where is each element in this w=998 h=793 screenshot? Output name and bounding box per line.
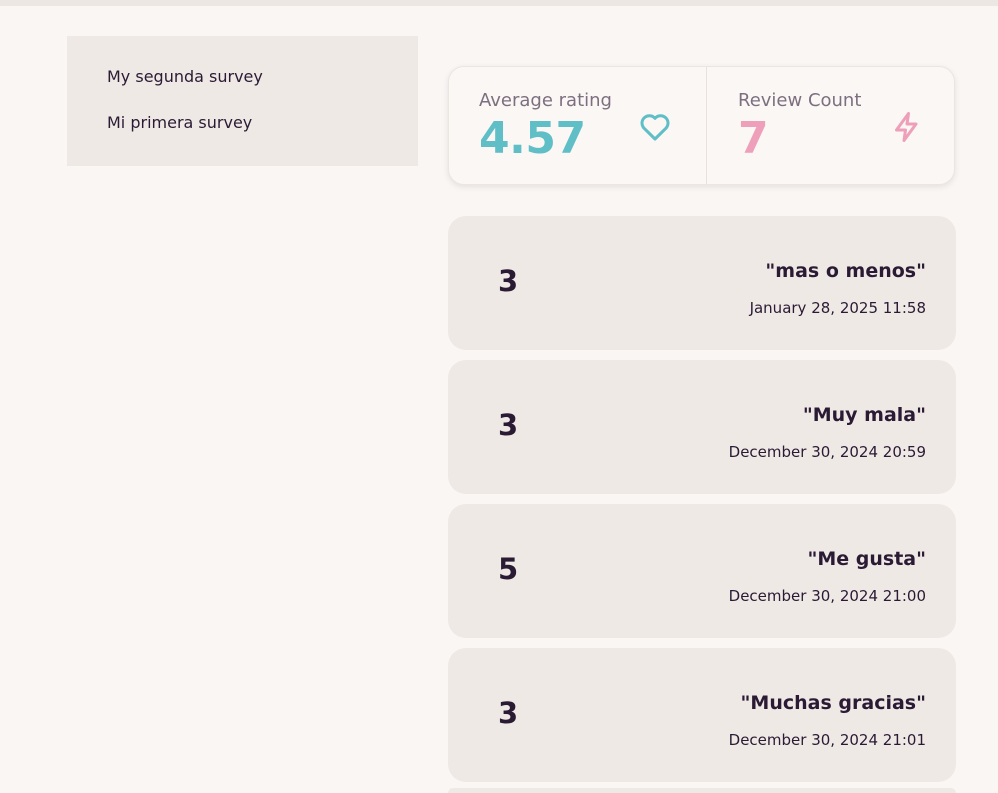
review-rating: 5 bbox=[498, 552, 519, 586]
review-comment: "Me gusta" bbox=[807, 548, 926, 570]
review-card: 3 "mas o menos" January 28, 2025 11:58 bbox=[448, 216, 956, 350]
review-rating: 3 bbox=[498, 696, 519, 730]
survey-sidebar: My segunda survey Mi primera survey bbox=[67, 36, 418, 166]
sidebar-item-my-segunda-survey[interactable]: My segunda survey bbox=[107, 67, 263, 86]
review-card: 3 "Muchas gracias" December 30, 2024 21:… bbox=[448, 648, 956, 782]
stats-card: Average rating 4.57 Review Count 7 bbox=[448, 66, 955, 185]
review-rating: 3 bbox=[498, 264, 519, 298]
review-comment: "Muy mala" bbox=[802, 404, 926, 426]
review-comment: "Muchas gracias" bbox=[740, 692, 926, 714]
sidebar-item-mi-primera-survey[interactable]: Mi primera survey bbox=[107, 113, 252, 132]
review-card: 5 "Me gusta" December 30, 2024 21:00 bbox=[448, 504, 956, 638]
top-bar bbox=[0, 0, 998, 6]
next-review-card-edge bbox=[448, 788, 956, 793]
review-count-stat: Review Count 7 bbox=[706, 67, 957, 184]
review-date: December 30, 2024 20:59 bbox=[728, 443, 926, 461]
review-count-label: Review Count bbox=[738, 90, 862, 111]
review-comment: "mas o menos" bbox=[765, 260, 926, 282]
average-rating-stat: Average rating 4.57 bbox=[449, 67, 706, 184]
lightning-icon bbox=[889, 109, 925, 145]
review-date: January 28, 2025 11:58 bbox=[749, 299, 926, 317]
review-count-value: 7 bbox=[738, 113, 769, 164]
review-date: December 30, 2024 21:00 bbox=[728, 587, 926, 605]
average-rating-value: 4.57 bbox=[479, 113, 586, 164]
review-date: December 30, 2024 21:01 bbox=[728, 731, 926, 749]
average-rating-label: Average rating bbox=[479, 90, 612, 111]
review-rating: 3 bbox=[498, 408, 519, 442]
review-card: 3 "Muy mala" December 30, 2024 20:59 bbox=[448, 360, 956, 494]
heart-icon bbox=[637, 109, 673, 145]
